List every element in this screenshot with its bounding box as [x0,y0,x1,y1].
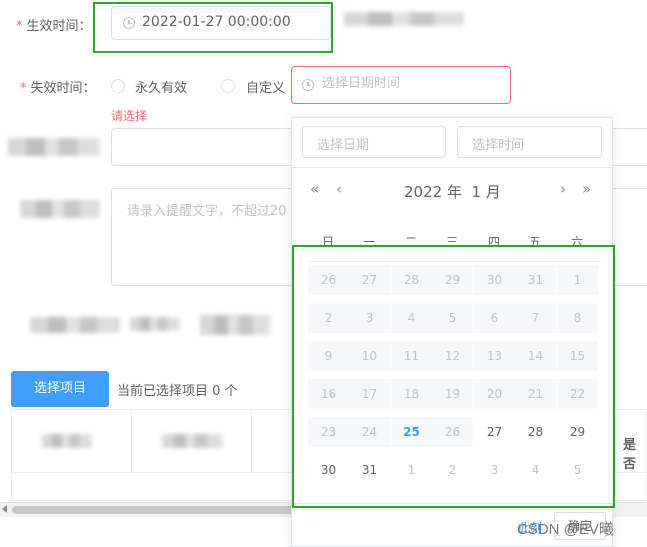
expire-error-text: 请选择 [111,109,148,123]
calendar-day: 18 [391,379,432,409]
effective-time-label-text: 生效时间： [26,19,92,34]
calendar-day[interactable]: 25 [391,417,432,447]
effective-time-input[interactable]: 2022-01-27 00:00:00 [111,6,331,40]
effective-time-value: 2022-01-27 00:00:00 [142,14,291,30]
calendar-day: 7 [515,303,556,333]
picker-footer [292,503,612,504]
calendar-day: 24 [349,417,390,447]
picker-date-placeholder: 选择日期 [317,138,370,153]
table-header-partial: 是否 [623,438,637,472]
calendar-day: 10 [349,341,390,371]
expire-time-label: * 失效时间： [20,77,96,96]
blurred-text [344,12,464,26]
blurred-label [20,200,100,218]
watermark: CSDN @EV曦 [517,521,614,538]
table-header-cell [132,410,252,472]
picker-divider [292,167,612,168]
expire-time-placeholder: 选择日期时间 [322,76,401,91]
calendar-day: 1 [557,265,598,295]
calendar-day: 8 [557,303,598,333]
weekday-label: 五 [528,235,541,249]
selected-count-text: 当前已选择项目 0 个 [117,384,238,399]
weekday-divider [308,261,600,262]
calendar-day: 11 [391,341,432,371]
calendar-day: 29 [432,265,473,295]
weekday-label: 六 [570,235,583,249]
calendar-day: 26 [432,417,473,447]
calendar-day: 30 [474,265,515,295]
calendar-day: 13 [474,341,515,371]
expire-time-label-text: 失效时间： [30,81,96,96]
next-month-icon[interactable]: › [560,180,566,198]
weekday-label: 日 [321,235,334,249]
radio-permanent-label[interactable]: 永久有效 [135,77,187,96]
required-asterisk: * [16,19,23,34]
calendar-day: 28 [391,265,432,295]
scroll-left-arrow-icon[interactable] [2,505,7,513]
prev-year-icon[interactable]: « [310,180,319,198]
calendar-day[interactable]: 5 [557,455,598,485]
picker-time-placeholder: 选择时间 [472,138,525,153]
blurred-text [130,317,180,331]
radio-permanent[interactable] [111,79,125,93]
calendar-day[interactable]: 3 [474,455,515,485]
clock-icon [123,17,135,29]
calendar-day: 4 [391,303,432,333]
table-header-cell [12,410,132,472]
next-year-icon[interactable]: » [582,180,591,198]
calendar-day: 17 [349,379,390,409]
table-header-cell [252,410,292,472]
radio-custom-label[interactable]: 自定义 [246,77,285,96]
calendar-day[interactable]: 28 [515,417,556,447]
picker-time-input[interactable]: 选择时间 [457,126,602,158]
calendar-day: 21 [515,379,556,409]
calendar-day[interactable]: 30 [308,455,349,485]
calendar-day: 3 [349,303,390,333]
calendar-day: 31 [515,265,556,295]
radio-custom[interactable] [221,79,235,93]
calendar-day: 12 [432,341,473,371]
calendar-day[interactable]: 31 [349,455,390,485]
blurred-text [30,317,120,333]
calendar-day[interactable]: 2 [432,455,473,485]
calendar-day: 20 [474,379,515,409]
calendar-day: 14 [515,341,556,371]
picker-date-input[interactable]: 选择日期 [302,126,446,158]
picker-month-header[interactable]: 2022 年 1 月 [404,181,501,202]
prev-month-icon[interactable]: ‹ [336,180,342,198]
calendar-day[interactable]: 4 [515,455,556,485]
calendar-day: 23 [308,417,349,447]
calendar-day: 26 [308,265,349,295]
calendar-day: 22 [557,379,598,409]
calendar-day: 27 [349,265,390,295]
clock-icon [302,79,314,91]
calendar-day: 19 [432,379,473,409]
calendar-day: 6 [474,303,515,333]
blurred-text [200,315,270,335]
blurred-label [8,138,100,156]
calendar-day: 9 [308,341,349,371]
calendar-day: 16 [308,379,349,409]
calendar-day: 15 [557,341,598,371]
calendar-day[interactable]: 27 [474,417,515,447]
weekday-label: 三 [445,235,458,249]
calendar-day[interactable]: 29 [557,417,598,447]
weekday-label: 四 [487,235,500,249]
effective-time-label: * 生效时间： [16,15,92,34]
scrollbar-thumb[interactable] [12,506,312,514]
select-project-button[interactable]: 选择项目 [11,371,109,407]
blurred-text [162,434,222,448]
blurred-text [42,434,92,448]
weekday-label: 一 [362,235,375,249]
calendar-day[interactable]: 1 [391,455,432,485]
datetime-picker-panel: 选择日期 选择时间 « ‹ 2022 年 1 月 › » 日一二三四五六 26 2… [291,117,613,547]
required-asterisk: * [20,81,27,96]
reminder-placeholder: 请录入提醒文字，不超过20 [127,204,287,219]
expire-time-input[interactable]: 选择日期时间 [291,66,511,104]
weekday-label: 二 [404,235,417,249]
calendar-day: 5 [432,303,473,333]
calendar-day: 2 [308,303,349,333]
